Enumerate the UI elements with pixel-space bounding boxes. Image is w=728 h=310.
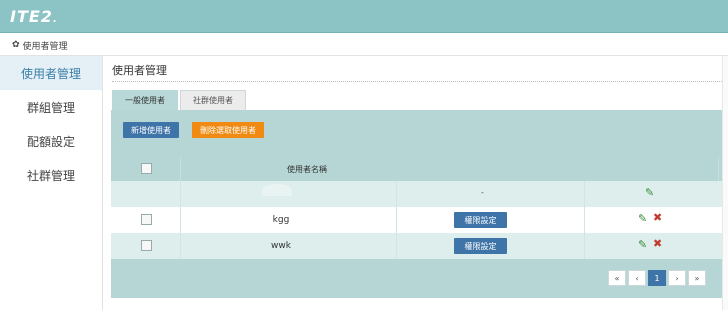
cell-divider: [396, 233, 397, 259]
table-row: wwk 權限設定 ✎ ✖: [111, 233, 722, 259]
cell-divider: [584, 233, 585, 259]
app-header: ITE2.: [0, 0, 728, 33]
breadcrumb-label: 使用者管理: [22, 42, 68, 52]
sidebar-item-user-management[interactable]: 使用者管理: [0, 56, 102, 90]
column-username: 使用者名稱: [287, 165, 327, 174]
scrollbar[interactable]: [722, 56, 728, 310]
next-page-button[interactable]: ›: [668, 270, 686, 286]
sidebar: 使用者管理 群組管理 配額設定 社群管理: [0, 56, 103, 310]
tab-community-users[interactable]: 社群使用者: [180, 90, 246, 110]
row-checkbox[interactable]: [141, 240, 152, 251]
select-all-checkbox[interactable]: [141, 163, 152, 174]
sidebar-item-group-management[interactable]: 群組管理: [0, 90, 102, 124]
cell-divider: [396, 181, 397, 207]
sidebar-item-label: 配額設定: [26, 134, 75, 149]
delete-icon[interactable]: ✖: [653, 238, 662, 249]
cell-divider: [180, 207, 181, 233]
tab-general-users[interactable]: 一般使用者: [112, 90, 178, 110]
username-cell: kgg: [272, 215, 290, 225]
add-user-button[interactable]: 新增使用者: [123, 122, 179, 138]
permission-settings-button[interactable]: 權限設定: [454, 212, 507, 228]
table-row: kgg 權限設定 ✎ ✖: [111, 207, 722, 233]
last-page-button[interactable]: »: [688, 270, 706, 286]
page-1-button[interactable]: 1: [648, 270, 666, 286]
title-divider: [112, 81, 722, 82]
edit-icon[interactable]: ✎: [645, 187, 654, 198]
sidebar-item-label: 群組管理: [26, 100, 75, 115]
breadcrumb: ✿ 使用者管理: [12, 39, 68, 53]
pagination: « ‹ 1 › »: [608, 270, 706, 286]
avatar: [262, 184, 292, 196]
delete-selected-users-button[interactable]: 刪除選取使用者: [192, 122, 264, 138]
sidebar-item-label: 社群管理: [26, 168, 75, 183]
user-type-tabs: 一般使用者 社群使用者: [112, 90, 248, 110]
edit-icon[interactable]: ✎: [638, 239, 647, 250]
users-panel: 新增使用者 刪除選取使用者 使用者名稱 - ✎ kgg 權限設定 ✎ ✖ wwk…: [111, 110, 722, 298]
first-page-button[interactable]: «: [608, 270, 626, 286]
delete-icon[interactable]: ✖: [653, 212, 662, 223]
column-divider: [718, 157, 719, 181]
sidebar-item-quota-settings[interactable]: 配額設定: [0, 124, 102, 158]
app-logo[interactable]: ITE2.: [10, 7, 58, 26]
table-row: - ✎: [111, 181, 722, 207]
permission-settings-button[interactable]: 權限設定: [454, 238, 507, 254]
cell-divider: [584, 207, 585, 233]
cell-divider: [180, 233, 181, 259]
logo-dot: .: [52, 14, 58, 25]
prev-page-button[interactable]: ‹: [628, 270, 646, 286]
permission-placeholder: -: [481, 188, 484, 197]
column-divider: [180, 157, 181, 181]
table-header: 使用者名稱: [111, 157, 722, 181]
breadcrumb-bar: ✿ 使用者管理: [0, 34, 728, 56]
gear-icon: ✿: [12, 40, 20, 50]
logo-text: ITE2: [10, 7, 53, 26]
cell-divider: [396, 207, 397, 233]
edit-icon[interactable]: ✎: [638, 213, 647, 224]
username-cell: wwk: [271, 241, 291, 251]
cell-divider: [180, 181, 181, 207]
sidebar-item-community-management[interactable]: 社群管理: [0, 158, 102, 192]
row-checkbox[interactable]: [141, 214, 152, 225]
cell-divider: [584, 181, 585, 207]
sidebar-item-label: 使用者管理: [20, 66, 81, 81]
page-title: 使用者管理: [112, 64, 167, 77]
